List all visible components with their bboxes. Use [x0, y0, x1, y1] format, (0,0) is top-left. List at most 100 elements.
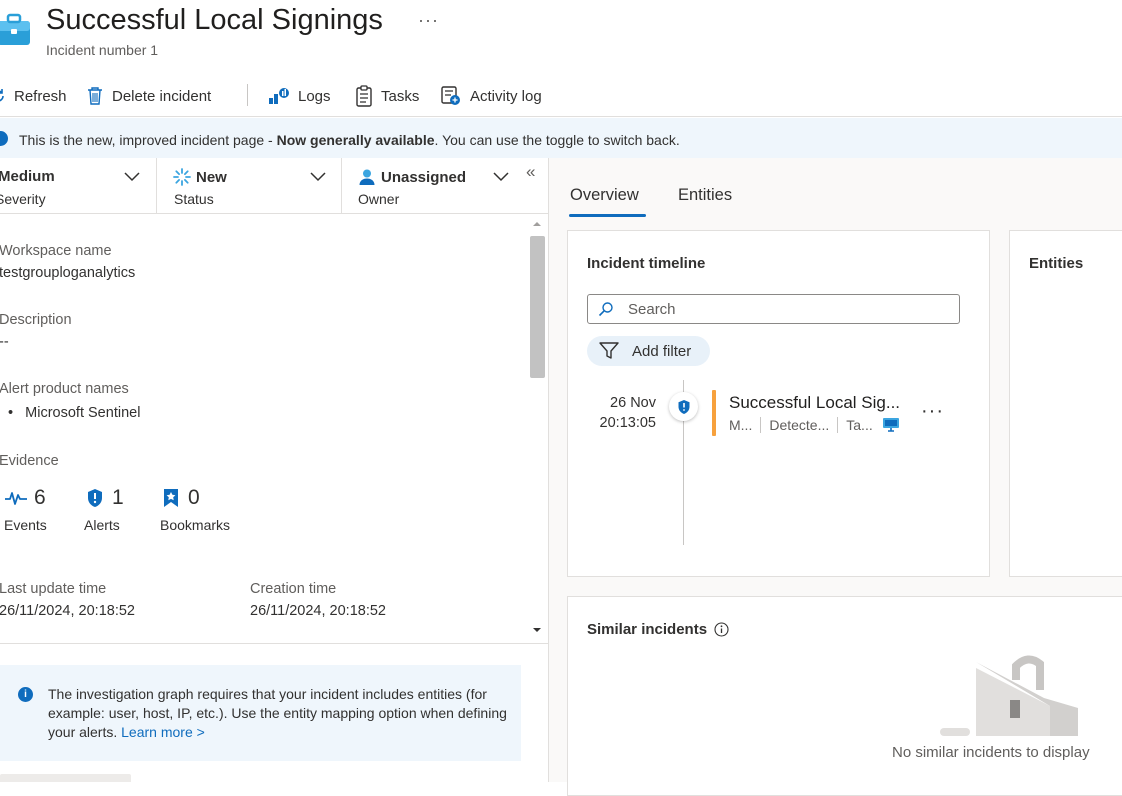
- scroll-down-icon[interactable]: [532, 626, 542, 634]
- creation-time-label: Creation time: [250, 581, 337, 597]
- similar-incidents-header: Similar incidents: [587, 621, 729, 638]
- evidence-label: Evidence: [0, 453, 59, 469]
- add-filter-button[interactable]: Add filter: [587, 336, 710, 366]
- alert-shield-icon: [677, 399, 691, 415]
- timeline-entry-more-button[interactable]: ···: [921, 400, 944, 423]
- search-placeholder: Search: [628, 300, 676, 318]
- more-options-button[interactable]: ···: [418, 10, 439, 31]
- delete-label: Delete incident: [112, 87, 212, 105]
- tab-entities[interactable]: Entities: [678, 186, 732, 205]
- last-update-label: Last update time: [0, 581, 107, 597]
- collapse-panel-button[interactable]: «: [526, 162, 535, 182]
- active-tab-indicator: [569, 214, 646, 217]
- entities-card: [1009, 230, 1122, 577]
- learn-more-link[interactable]: Learn more >: [121, 724, 205, 740]
- tab-overview[interactable]: Overview: [570, 186, 639, 205]
- new-status-icon: [173, 168, 191, 186]
- monitor-icon: [882, 417, 900, 433]
- logs-label: Logs: [298, 87, 331, 105]
- info-message: The investigation graph requires that yo…: [48, 686, 507, 740]
- toolbar-divider: [247, 84, 248, 106]
- banner-text-suffix: . You can use the toggle to switch back.: [434, 132, 680, 148]
- user-icon: [358, 168, 376, 186]
- alert-product-name: Microsoft Sentinel: [25, 405, 141, 421]
- alert-meta-detected: Detecte...: [769, 417, 830, 433]
- investigation-info-box: i The investigation graph requires that …: [0, 665, 521, 761]
- severity-dropdown[interactable]: Medium Severity: [0, 158, 157, 213]
- scroll-thumb[interactable]: [530, 236, 545, 378]
- bookmarks-label: Bookmarks: [160, 517, 231, 533]
- meta-separator: [760, 417, 762, 433]
- status-dropdown[interactable]: New Status: [157, 158, 342, 213]
- alert-meta-product: M...: [729, 417, 753, 433]
- workspace-value: testgrouploganalytics: [0, 265, 136, 281]
- severity-indicator: [712, 390, 716, 436]
- status-label: Status: [174, 191, 214, 207]
- logs-button[interactable]: Logs: [268, 84, 331, 108]
- severity-label: Severity: [0, 191, 46, 207]
- status-value: New: [196, 168, 227, 186]
- alert-product-item: • Microsoft Sentinel: [8, 405, 141, 421]
- tasks-button[interactable]: Tasks: [355, 84, 419, 108]
- bookmarks-evidence[interactable]: 0: [162, 486, 200, 510]
- refresh-button[interactable]: Refresh: [0, 84, 67, 108]
- add-filter-label: Add filter: [632, 342, 692, 360]
- meta-separator: [837, 417, 839, 433]
- owner-label: Owner: [358, 191, 400, 207]
- owner-value-wrap: Unassigned: [358, 168, 466, 186]
- refresh-icon: [0, 88, 6, 104]
- entry-date: 26 Nov: [610, 395, 656, 411]
- description-label: Description: [0, 312, 72, 328]
- entry-time: 20:13:05: [599, 415, 656, 431]
- incident-timeline-title: Incident timeline: [587, 255, 706, 272]
- activity-log-label: Activity log: [470, 87, 542, 105]
- search-icon: [598, 301, 614, 317]
- scroll-up-icon[interactable]: [532, 220, 542, 228]
- new-page-banner: This is the new, improved incident page …: [0, 118, 1122, 158]
- owner-value: Unassigned: [381, 168, 467, 186]
- pulse-icon: [4, 489, 28, 507]
- creation-time-value: 26/11/2024, 20:18:52: [250, 603, 386, 619]
- section-divider: [0, 643, 548, 644]
- header-divider: [0, 213, 548, 214]
- logs-icon: [268, 86, 290, 106]
- similar-incidents-title: Similar incidents: [587, 621, 708, 638]
- info-circle-icon[interactable]: [714, 622, 729, 637]
- activity-log-button[interactable]: Activity log: [440, 84, 542, 108]
- filter-icon: [599, 342, 619, 360]
- shield-icon: [86, 488, 104, 508]
- alerts-count: 1: [112, 486, 124, 509]
- last-update-value: 26/11/2024, 20:18:52: [0, 603, 135, 619]
- alerts-evidence[interactable]: 1: [86, 486, 124, 510]
- timeline-entry-date: 26 Nov 20:13:05: [590, 393, 656, 433]
- bookmarks-count: 0: [188, 486, 200, 509]
- description-value: --: [0, 334, 9, 350]
- info-icon: i: [18, 687, 33, 702]
- activity-log-icon: [440, 85, 462, 107]
- severity-value: Medium: [0, 168, 55, 185]
- events-evidence[interactable]: 6: [4, 486, 46, 510]
- chevron-down-icon: [124, 170, 140, 182]
- bookmark-icon: [162, 488, 180, 508]
- delete-incident-button[interactable]: Delete incident: [86, 84, 211, 108]
- banner-text: This is the new, improved incident page …: [19, 132, 680, 148]
- owner-dropdown[interactable]: Unassigned Owner «: [342, 158, 548, 213]
- events-label: Events: [4, 517, 47, 533]
- no-similar-incidents-message: No similar incidents to display: [892, 744, 1090, 761]
- workspace-label: Workspace name: [0, 243, 112, 259]
- investigate-button-partial[interactable]: [0, 774, 131, 782]
- banner-text-bold: Now generally available: [276, 132, 435, 148]
- alerts-label: Alerts: [84, 517, 120, 533]
- clipboard-icon: [355, 85, 373, 107]
- chevron-down-icon: [310, 170, 326, 182]
- timeline-alert-title[interactable]: Successful Local Sig...: [729, 393, 900, 413]
- entities-card-title: Entities: [1029, 255, 1084, 272]
- timeline-alert-meta: M... Detecte... Ta...: [729, 417, 900, 433]
- timeline-search-input[interactable]: Search: [587, 294, 960, 324]
- empty-briefcase-illustration: [940, 652, 1090, 736]
- alert-meta-tactic: Ta...: [846, 417, 873, 433]
- status-value-wrap: New: [173, 168, 227, 186]
- incident-number: Incident number 1: [46, 42, 159, 58]
- incident-details-panel: Medium Severity New Status Unassigned Ow…: [0, 158, 549, 782]
- toolbar-divider-line: [0, 116, 1122, 117]
